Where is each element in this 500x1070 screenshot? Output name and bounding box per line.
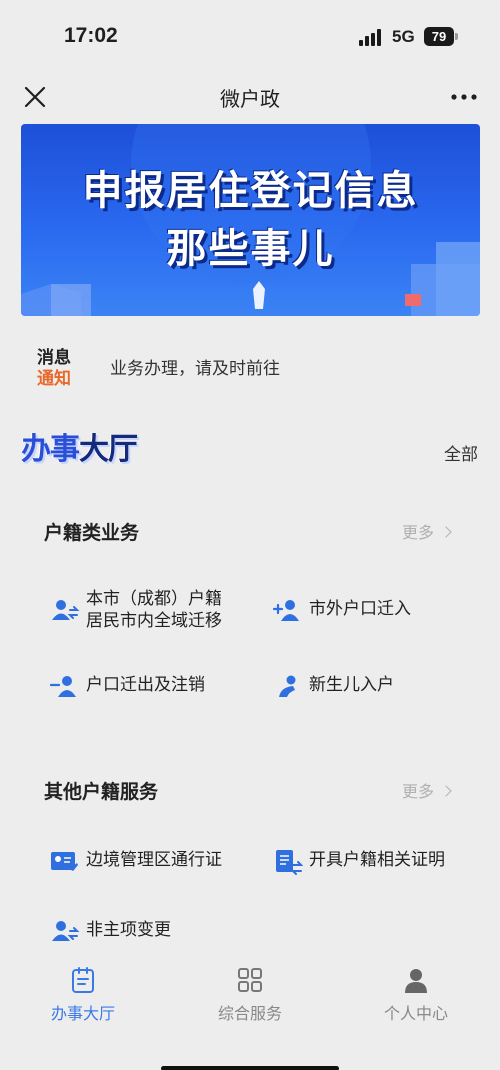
service-label: 户口迁出及注销	[86, 675, 205, 695]
service-label: 市外户口迁入	[309, 599, 411, 619]
tab-service-hall[interactable]: 办事大厅	[23, 966, 143, 1024]
hall-logo: 办事大厅	[21, 424, 138, 468]
newborn-icon	[279, 675, 296, 697]
network-type: 5G	[392, 27, 415, 46]
grid-icon	[238, 968, 262, 992]
nav-bar: 微户政	[0, 72, 500, 122]
page-title: 微户政	[220, 87, 280, 111]
tab-label: 办事大厅	[50, 1004, 115, 1023]
service-item-border-pass[interactable]: 边境管理区通行证	[50, 847, 260, 877]
person-transfer-icon	[52, 600, 80, 620]
section-title-household: 户籍类业务	[44, 522, 140, 544]
more-label: 更多	[402, 782, 435, 801]
service-label: 边境管理区通行证	[86, 850, 222, 870]
notice-text: 业务办理，请及时前往	[110, 359, 280, 379]
notice-tag-notify: 通知	[37, 369, 71, 389]
notice-bar[interactable]: 消息 通知 业务办理，请及时前往	[0, 332, 500, 396]
home-indicator	[161, 1066, 339, 1070]
tab-bar: 办事大厅 综合服务 个人中心	[0, 960, 500, 1070]
tab-label: 个人中心	[383, 1004, 448, 1023]
service-item-move-out[interactable]: 户口迁出及注销	[50, 672, 260, 702]
service-label: 新生儿入户	[309, 675, 394, 695]
clipboard-icon	[72, 967, 94, 993]
service-item-certificate[interactable]: 开具户籍相关证明	[273, 847, 483, 877]
service-label-line1: 本市（成都）户籍	[86, 589, 222, 609]
more-label: 更多	[402, 523, 435, 542]
status-bar: 17:02 5G 79	[0, 0, 500, 72]
banner-title-line1: 申报居住登记信息	[82, 168, 419, 214]
chevron-right-icon	[440, 526, 452, 538]
service-label: 本市（成都）户籍 居民市内全域迁移	[86, 588, 222, 632]
person-transfer-icon	[52, 921, 80, 941]
pass-card-icon	[51, 852, 78, 871]
chevron-right-icon	[440, 785, 452, 797]
user-icon	[405, 969, 427, 993]
section-more-household[interactable]: 更多	[402, 519, 452, 543]
person-add-icon	[273, 600, 299, 621]
service-label: 开具户籍相关证明	[309, 850, 445, 870]
hall-logo-part2: 大厅	[79, 432, 138, 467]
tab-label: 综合服务	[217, 1004, 282, 1023]
battery-icon: 79	[424, 27, 458, 46]
service-item-newborn[interactable]: 新生儿入户	[273, 672, 473, 702]
hall-logo-part1: 办事	[21, 432, 80, 467]
service-label: 非主项变更	[86, 920, 171, 940]
service-item-minor-change[interactable]: 非主项变更	[50, 917, 260, 947]
service-item-citywide-migration[interactable]: 本市（成都）户籍 居民市内全域迁移	[50, 588, 260, 636]
section-more-other[interactable]: 更多	[402, 778, 452, 802]
battery-level: 79	[424, 27, 454, 46]
status-time: 17:02	[64, 24, 118, 47]
more-icon[interactable]	[448, 84, 480, 110]
service-item-move-in[interactable]: 市外户口迁入	[273, 596, 473, 626]
banner-title-line2: 那些事儿	[166, 226, 335, 272]
section-title-other: 其他户籍服务	[44, 781, 159, 803]
tab-personal-center[interactable]: 个人中心	[356, 966, 476, 1024]
person-remove-icon	[50, 676, 76, 697]
tab-general-services[interactable]: 综合服务	[190, 966, 310, 1024]
promo-banner[interactable]: 申报居住登记信息 那些事儿	[21, 124, 480, 316]
certificate-icon	[276, 850, 303, 875]
all-services-link[interactable]: 全部	[444, 440, 478, 465]
signal-icon	[359, 29, 383, 46]
service-label-line2: 居民市内全域迁移	[86, 611, 222, 631]
